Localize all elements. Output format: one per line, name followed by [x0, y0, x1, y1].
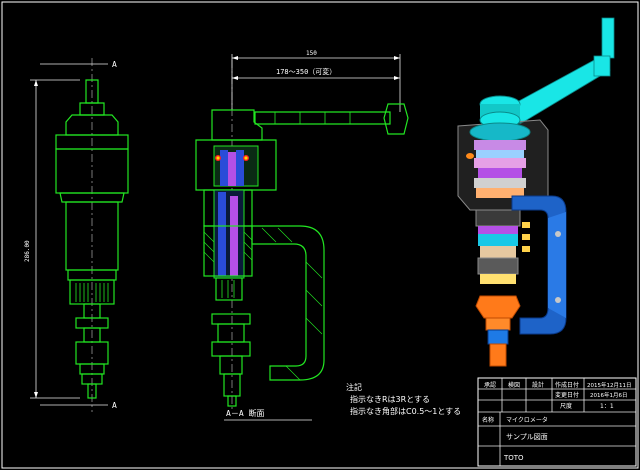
tb-design: 設計 [532, 381, 544, 389]
cad-drawing-sheet: A A 286.00 150 178～350（可変） A－A 断面 注記 指示な… [1, 1, 639, 469]
title-block: 承認 検図 設計 作成日付 2015年12月11日 変更日付 2016年1月6日… [477, 377, 637, 467]
notes-line-2: 指示なき角部はC0.5～1とする [350, 406, 461, 416]
anvil [475, 295, 521, 319]
section-marker-top: A [112, 60, 117, 69]
isometric-view [457, 17, 615, 367]
section-view: 150 178～350（可変） A－A 断面 [195, 50, 409, 421]
tb-company: TOTO [503, 454, 524, 462]
tb-drawing-title: サンプル図面 [506, 433, 548, 441]
tb-name-value: マイクロメータ [506, 416, 548, 424]
front-view: A A 286.00 [24, 58, 129, 412]
tb-scale-value: 1：1 [600, 403, 614, 410]
overall-height-dimension: 286.00 [24, 240, 31, 262]
stroke-dimension: 178～350（可変） [276, 67, 336, 76]
section-title: A－A 断面 [226, 408, 264, 418]
tb-name-label: 名称 [482, 416, 494, 424]
notes-line-1: 指示なきRは3Rとする [350, 394, 430, 404]
notes-heading: 注記 [346, 382, 362, 392]
tb-created-label: 作成日付 [555, 381, 579, 389]
tb-scale-label: 尺度 [560, 402, 572, 410]
section-marker-bottom: A [112, 401, 117, 410]
span-dimension: 150 [306, 50, 317, 57]
tb-changed-date: 2016年1月6日 [590, 391, 628, 399]
tb-changed-label: 変更日付 [555, 391, 579, 399]
notes: 注記 指示なきRは3Rとする 指示なき角部はC0.5～1とする [346, 382, 461, 416]
tb-check: 検図 [508, 381, 520, 389]
tb-created-date: 2015年12月11日 [587, 381, 632, 389]
crank-knob [601, 17, 615, 59]
tb-approve: 承認 [484, 381, 496, 389]
